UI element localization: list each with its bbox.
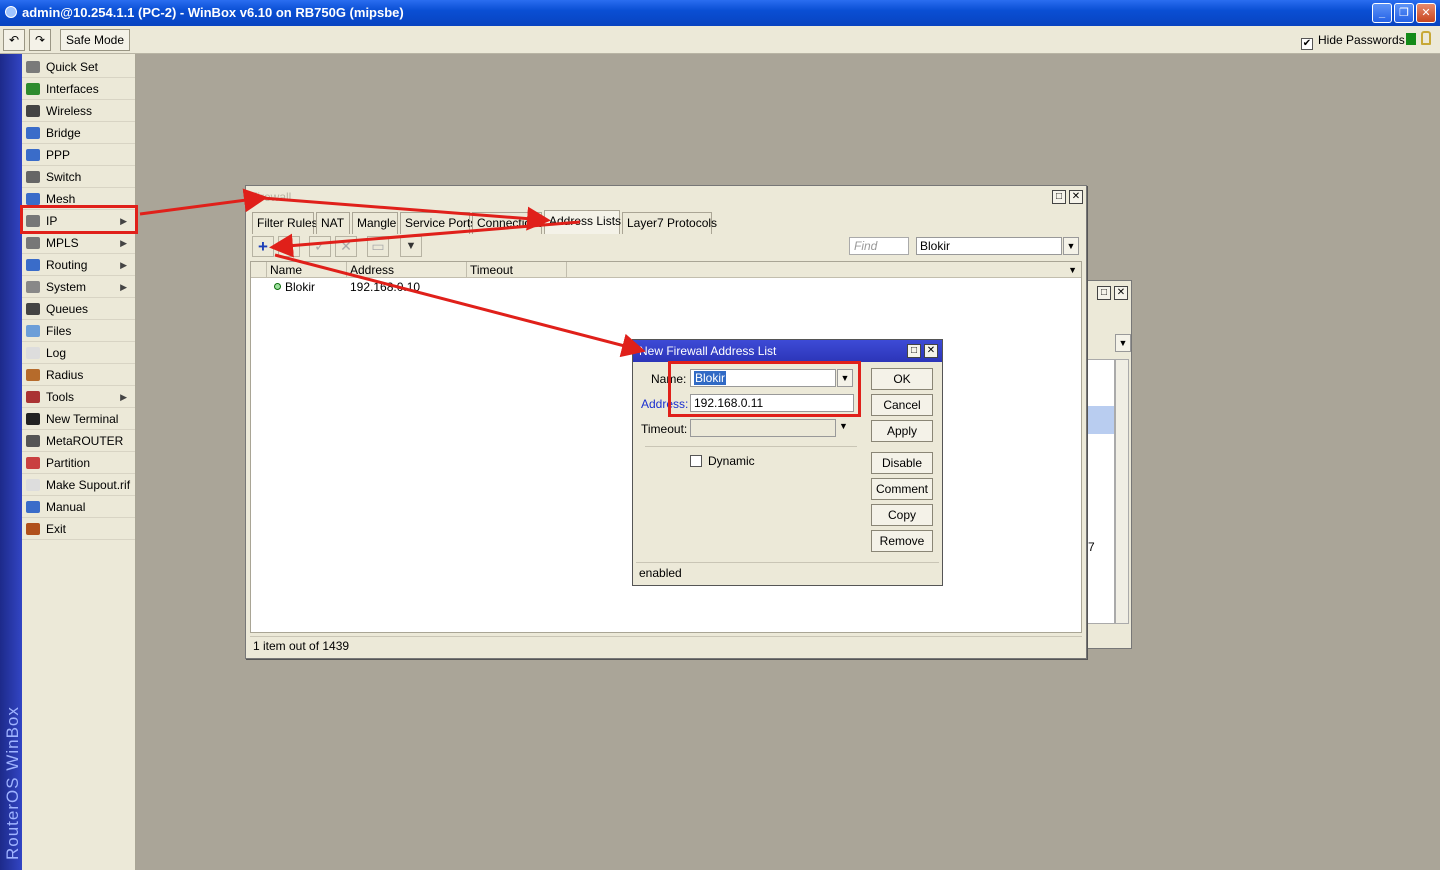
arrow-ip-to-firewall [139, 188, 268, 216]
arrow-to-dialog [274, 253, 646, 358]
arrow-to-address-lists-tab [261, 196, 551, 231]
arrow-to-add-button [269, 220, 581, 258]
annotation-arrows [139, 188, 646, 358]
